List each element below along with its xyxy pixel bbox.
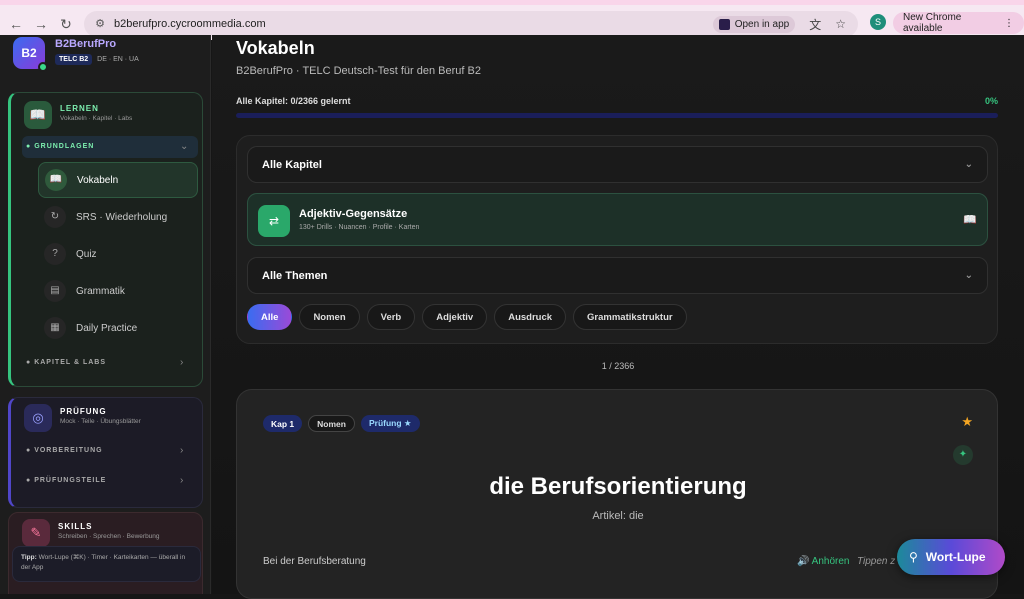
tag-word-type: Nomen (308, 415, 355, 432)
address-bar[interactable]: ⚙ b2berufpro.cycroommedia.com Open in ap… (84, 11, 858, 37)
url-text[interactable]: b2berufpro.cycroommedia.com (114, 18, 266, 30)
app-icon (718, 18, 730, 30)
progress-label: Alle Kapitel: 0/2366 gelernt (236, 96, 351, 106)
sidebar-item-daily-practice[interactable]: ▦ Daily Practice (38, 310, 198, 346)
filter-panel: Alle Kapitel ⌄ ⇄ Adjektiv-Gegensätze 130+… (236, 135, 998, 344)
translate-icon[interactable]: 文 (809, 16, 821, 33)
page-title: Vokabeln (236, 38, 315, 58)
learn-title[interactable]: LERNEN (60, 104, 99, 113)
book-open-icon[interactable]: 📖 (963, 213, 977, 226)
sidebar-item-quiz[interactable]: ? Quiz (38, 236, 198, 272)
filter-chips: Alle Nomen Verb Adjektiv Ausdruck Gramma… (247, 304, 687, 330)
new-chrome-button[interactable]: New Chrome available ⋮ (893, 12, 1024, 34)
chip-grammatikstruktur[interactable]: Grammatikstruktur (573, 304, 687, 330)
calendar-icon: ▦ (44, 317, 66, 339)
exam-subtitle: Mock · Teile · Übungsblätter (60, 418, 141, 425)
exam-group: ◎ PRÜFUNG Mock · Teile · Übungsblätter ●… (8, 397, 203, 508)
book-open-icon: 📖 (24, 101, 52, 129)
chevron-right-icon[interactable]: › (180, 475, 183, 486)
brand-name: B2BerufPro (55, 38, 117, 50)
pen-icon: ✎ (22, 519, 50, 547)
sidebar-item-vokabeln[interactable]: 📖 Vokabeln (38, 162, 198, 198)
back-icon[interactable]: ← (6, 14, 26, 34)
more-menu-icon[interactable]: ⋮ (1004, 18, 1014, 29)
target-icon: ◎ (24, 404, 52, 432)
card-tags: Kap 1 Nomen Prüfung ★ (263, 415, 420, 432)
bookmark-star-icon[interactable]: ☆ (835, 17, 846, 31)
brand-badges: TELC B2 DE · EN · UA (55, 54, 139, 65)
chip-alle[interactable]: Alle (247, 304, 293, 330)
vocab-card[interactable]: Kap 1 Nomen Prüfung ★ ★ ✦ die Berufsorie… (236, 389, 998, 599)
skills-title[interactable]: SKILLS (58, 522, 92, 531)
tag-exam: Prüfung ★ (360, 415, 420, 432)
chevron-right-icon[interactable]: › (180, 445, 183, 456)
book-icon: 📖 (45, 169, 67, 191)
forward-icon[interactable]: → (31, 14, 51, 34)
tap-hint: Tippen z (857, 556, 896, 567)
favorite-star-icon[interactable]: ★ (961, 414, 973, 430)
chevron-down-icon[interactable]: ⌄ (180, 141, 188, 152)
tag-chapter: Kap 1 (263, 415, 303, 432)
reload-icon[interactable]: ↻ (56, 14, 76, 34)
vocab-word: die Berufsorientierung (489, 473, 747, 500)
browser-toolbar: ← → ↻ ⚙ b2berufpro.cycroommedia.com Open… (0, 0, 1024, 40)
question-icon: ? (44, 243, 66, 265)
example-sentence: Bei der Berufsberatung (263, 556, 366, 567)
refresh-icon: ↻ (44, 206, 66, 228)
learn-group: 📖 LERNEN Vokabeln · Kapitel · Labs ● GRU… (8, 92, 203, 387)
notebook-icon: ▤ (44, 280, 66, 302)
progress-bar (236, 113, 998, 118)
swap-arrows-icon: ⇄ (258, 205, 290, 237)
page-subtitle: B2BerufPro · TELC Deutsch-Test für den B… (236, 65, 481, 77)
wort-lupe-button[interactable]: ⚲ Wort-Lupe (897, 539, 1005, 575)
adjektiv-gegensaetze-card[interactable]: ⇄ Adjektiv-Gegensätze 130+ Drills · Nuan… (247, 193, 988, 246)
grundlagen-label: ● GRUNDLAGEN (26, 143, 95, 150)
sidebar-item-grammatik[interactable]: ▤ Grammatik (38, 273, 198, 309)
chevron-right-icon[interactable]: › (180, 357, 183, 368)
chevron-down-icon: ⌄ (964, 270, 973, 281)
chapter-select[interactable]: Alle Kapitel ⌄ (247, 146, 988, 183)
listen-button[interactable]: 🔊 Anhören (797, 556, 850, 567)
language-list: DE · EN · UA (97, 56, 139, 63)
adj-title: Adjektiv-Gegensätze (299, 208, 408, 220)
chip-verb[interactable]: Verb (366, 304, 416, 330)
sidebar-item-srs[interactable]: ↻ SRS · Wiederholung (38, 199, 198, 235)
site-info-icon[interactable]: ⚙ (92, 17, 108, 31)
sparkle-icon[interactable]: ✦ (953, 445, 973, 465)
kapitel-labs-section[interactable]: ● KAPITEL & LABS (26, 359, 106, 366)
profile-avatar[interactable]: S (870, 14, 886, 30)
chevron-down-icon: ⌄ (964, 159, 973, 170)
chip-ausdruck[interactable]: Ausdruck (494, 304, 567, 330)
search-icon: ⚲ (909, 550, 918, 564)
card-counter: 1 / 2366 (601, 361, 635, 371)
sidebar: B2 B2BerufPro TELC B2 DE · EN · UA 📖 LER… (0, 35, 211, 594)
learn-subtitle: Vokabeln · Kapitel · Labs (60, 115, 133, 122)
vocab-article: Artikel: die (592, 510, 644, 522)
pruefungsteile-section[interactable]: ● PRÜFUNGSTEILE (26, 477, 106, 484)
main-content: Vokabeln B2BerufPro · TELC Deutsch-Test … (212, 35, 1024, 599)
app-logo[interactable]: B2 (13, 37, 48, 72)
tip-box: Tipp: Wort-Lupe (⌘K) · Timer · Karteikar… (12, 546, 201, 582)
chip-adjektiv[interactable]: Adjektiv (422, 304, 488, 330)
skills-subtitle: Schreiben · Sprechen · Bewerbung (58, 533, 160, 540)
progress-percent: 0% (984, 96, 998, 106)
exam-title[interactable]: PRÜFUNG (60, 407, 107, 416)
chip-nomen[interactable]: Nomen (299, 304, 360, 330)
theme-select[interactable]: Alle Themen ⌄ (247, 257, 988, 294)
vorbereitung-section[interactable]: ● VORBEREITUNG (26, 447, 103, 454)
open-in-app-button[interactable]: Open in app (712, 15, 796, 33)
level-badge: TELC B2 (55, 54, 93, 65)
adj-subtitle: 130+ Drills · Nuancen · Profile · Karten (299, 224, 420, 231)
online-status-dot (38, 62, 48, 72)
